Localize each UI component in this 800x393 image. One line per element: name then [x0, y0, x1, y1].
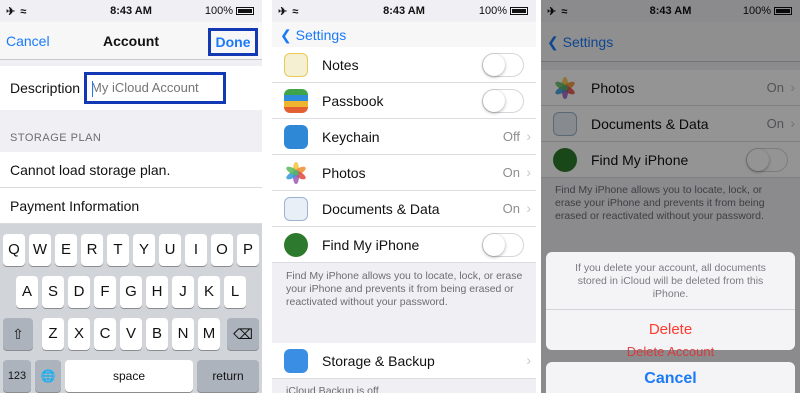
- key-d[interactable]: D: [68, 276, 90, 308]
- find-my-iphone-toggle[interactable]: [482, 233, 524, 257]
- list-item-keychain[interactable]: Keychain Off ›: [272, 119, 536, 155]
- chevron-right-icon: ›: [526, 128, 531, 144]
- key-k[interactable]: K: [198, 276, 220, 308]
- keychain-icon: [284, 125, 308, 149]
- numbers-key[interactable]: 123: [3, 360, 31, 392]
- chevron-right-icon: ›: [526, 164, 531, 180]
- notes-icon: [284, 53, 308, 77]
- item-label: Keychain: [322, 129, 380, 145]
- backup-note: iCloud Backup is off: [286, 385, 379, 393]
- return-key[interactable]: return: [197, 360, 259, 392]
- delete-account-label: Delete Account: [626, 344, 715, 359]
- passbook-toggle[interactable]: [482, 89, 524, 113]
- item-value: On: [502, 201, 520, 216]
- storage-plan-row[interactable]: Cannot load storage plan.: [0, 152, 262, 188]
- storage-backup-icon: [284, 349, 308, 373]
- key-r[interactable]: R: [81, 234, 103, 266]
- key-z[interactable]: Z: [42, 318, 64, 350]
- chevron-left-icon: ❮: [280, 27, 296, 43]
- key-v[interactable]: V: [120, 318, 142, 350]
- delete-warning-message: If you delete your account, all document…: [546, 252, 795, 310]
- list-item-documents[interactable]: Documents & Data On ›: [272, 191, 536, 227]
- storage-list: Storage & Backup ›: [272, 343, 536, 379]
- battery-percent: 100%: [204, 5, 233, 17]
- key-s[interactable]: S: [42, 276, 64, 308]
- back-button[interactable]: ❮ Settings: [280, 27, 346, 44]
- payment-information-row[interactable]: Payment Information: [0, 188, 262, 224]
- battery-icon: [236, 7, 254, 15]
- battery-indicator: 100%: [479, 5, 528, 17]
- chevron-right-icon: ›: [526, 200, 531, 216]
- icloud-settings-screen: ✈ ≈ 8:43 AM 100% ❮ Settings Notes Passbo…: [272, 0, 536, 393]
- key-q[interactable]: Q: [3, 234, 25, 266]
- item-label: Notes: [322, 57, 359, 73]
- key-p[interactable]: P: [237, 234, 259, 266]
- key-g[interactable]: G: [120, 276, 142, 308]
- item-value: Off: [502, 129, 520, 144]
- text-caret: [92, 81, 93, 97]
- key-x[interactable]: X: [68, 318, 90, 350]
- shift-key[interactable]: ⇧: [3, 318, 33, 350]
- description-label: Description: [10, 80, 81, 96]
- key-b[interactable]: B: [146, 318, 168, 350]
- key-j[interactable]: J: [172, 276, 194, 308]
- find-my-iphone-icon: [284, 233, 308, 257]
- key-n[interactable]: N: [172, 318, 194, 350]
- key-w[interactable]: W: [29, 234, 51, 266]
- item-label: Documents & Data: [322, 201, 440, 217]
- key-u[interactable]: U: [159, 234, 181, 266]
- done-button[interactable]: Done: [208, 28, 258, 56]
- space-key[interactable]: space: [65, 360, 193, 392]
- key-m[interactable]: M: [198, 318, 220, 350]
- description-row: Description: [0, 66, 262, 110]
- item-label: Photos: [322, 165, 366, 181]
- passbook-icon: [284, 89, 308, 113]
- item-label: Passbook: [322, 93, 384, 109]
- notes-toggle[interactable]: [482, 53, 524, 77]
- account-edit-screen: ✈ ≈ 8:43 AM 100% Cancel Account Done Des…: [0, 0, 262, 393]
- item-value: On: [502, 165, 520, 180]
- keyboard: Q W E R T Y U I O P A S D F G H J K L ⇧ …: [0, 224, 262, 393]
- key-h[interactable]: H: [146, 276, 168, 308]
- globe-key[interactable]: 🌐: [35, 360, 61, 392]
- find-my-iphone-note: Find My iPhone allows you to locate, loc…: [286, 270, 523, 308]
- description-input[interactable]: [91, 80, 223, 95]
- list-item-notes[interactable]: Notes: [272, 47, 536, 83]
- key-o[interactable]: O: [211, 234, 233, 266]
- key-c[interactable]: C: [94, 318, 116, 350]
- nav-bar: Cancel Account Done: [0, 22, 262, 60]
- key-l[interactable]: L: [224, 276, 246, 308]
- list-item-photos[interactable]: Photos On ›: [272, 155, 536, 191]
- key-f[interactable]: F: [94, 276, 116, 308]
- battery-icon: [510, 7, 528, 15]
- key-t[interactable]: T: [107, 234, 129, 266]
- list-item-passbook[interactable]: Passbook: [272, 83, 536, 119]
- item-label: Storage & Backup: [322, 353, 435, 369]
- key-y[interactable]: Y: [133, 234, 155, 266]
- documents-icon: [284, 197, 308, 221]
- photos-icon: [284, 161, 308, 185]
- list-item-find-my-iphone[interactable]: Find My iPhone: [272, 227, 536, 263]
- list-item-storage-backup[interactable]: Storage & Backup ›: [272, 343, 536, 379]
- key-a[interactable]: A: [16, 276, 38, 308]
- item-label: Find My iPhone: [322, 237, 420, 253]
- storage-plan-header: STORAGE PLAN: [10, 132, 102, 144]
- cancel-button[interactable]: Cancel: [546, 362, 795, 393]
- key-e[interactable]: E: [55, 234, 77, 266]
- services-list: Notes Passbook Keychain Off › Photos On …: [272, 47, 536, 263]
- status-bar: ✈ ≈ 8:43 AM 100%: [272, 0, 536, 22]
- battery-indicator: 100%: [205, 5, 254, 17]
- key-i[interactable]: I: [185, 234, 207, 266]
- delete-action-sheet: If you delete your account, all document…: [546, 252, 795, 350]
- backspace-key[interactable]: ⌫: [227, 318, 259, 350]
- status-bar: ✈ ≈ 8:43 AM 100%: [0, 0, 262, 22]
- battery-percent: 100%: [478, 5, 507, 17]
- back-label: Settings: [295, 27, 347, 43]
- delete-account-screen: ✈ ≈ 8:43 AM 100% ❮ Settings Photos On › …: [541, 0, 800, 393]
- chevron-right-icon: ›: [526, 352, 531, 368]
- description-field-highlight: [84, 72, 226, 104]
